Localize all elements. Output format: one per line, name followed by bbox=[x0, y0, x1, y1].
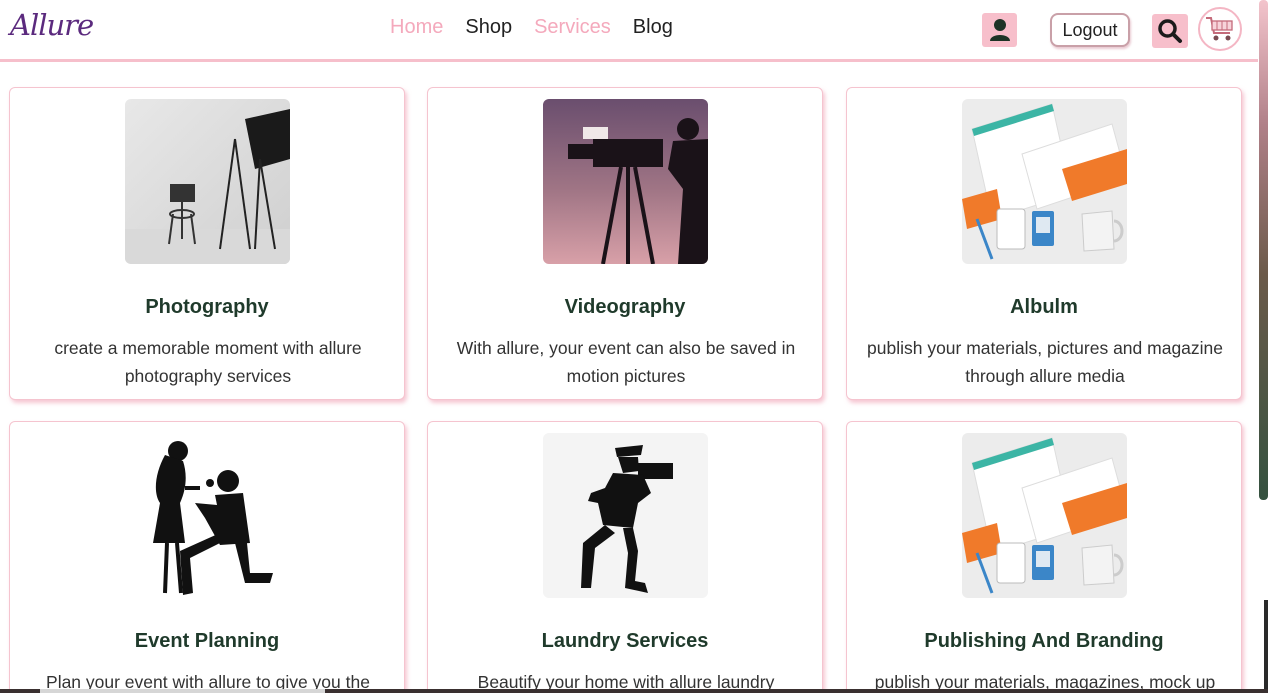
service-card-albulm[interactable]: Albulm publish your materials, pictures … bbox=[846, 87, 1242, 400]
video-camera-silhouette-image bbox=[543, 99, 708, 264]
service-title: Albulm bbox=[1010, 296, 1078, 318]
shopping-cart-icon bbox=[1206, 17, 1233, 41]
service-title: Laundry Services bbox=[541, 630, 709, 652]
service-card-photography[interactable]: Photography create a memorable moment wi… bbox=[9, 87, 405, 400]
service-card-publishing-and-branding[interactable]: Publishing And Branding publish your mat… bbox=[846, 421, 1242, 693]
service-card-videography[interactable]: Videography With allure, your event can … bbox=[427, 87, 823, 400]
branding-mockup-image bbox=[962, 433, 1127, 598]
nav-home-link[interactable]: Home bbox=[390, 16, 443, 39]
photographer-silhouette-image bbox=[543, 433, 708, 598]
search-icon bbox=[1158, 19, 1182, 43]
service-description: publish your materials, pictures and mag… bbox=[867, 338, 1224, 386]
brand-logo[interactable]: Allure bbox=[10, 8, 94, 42]
horizontal-scrollbar[interactable] bbox=[0, 689, 1268, 693]
photo-studio-image bbox=[125, 99, 290, 264]
nav-blog-link[interactable]: Blog bbox=[633, 16, 673, 39]
proposal-silhouette-image bbox=[125, 433, 290, 598]
service-title: Photography bbox=[145, 296, 269, 318]
service-title: Videography bbox=[564, 296, 686, 318]
service-description: create a memorable moment with allure ph… bbox=[54, 338, 362, 386]
service-description: With allure, your event can also be save… bbox=[456, 338, 796, 386]
service-card-laundry-services[interactable]: Laundry Services Beautify your home with… bbox=[427, 421, 823, 693]
search-button[interactable] bbox=[1152, 14, 1188, 48]
main-nav: Home Shop Services Blog bbox=[390, 16, 673, 39]
service-card-event-planning[interactable]: Event Planning Plan your event with allu… bbox=[9, 421, 405, 693]
scrollbar-thumb[interactable] bbox=[40, 689, 325, 693]
page-scrollbar[interactable] bbox=[1259, 0, 1268, 500]
nav-shop-link[interactable]: Shop bbox=[465, 16, 512, 39]
logout-button[interactable]: Logout bbox=[1050, 13, 1130, 47]
user-profile-button[interactable] bbox=[982, 13, 1017, 47]
cart-button[interactable] bbox=[1198, 7, 1242, 51]
user-icon bbox=[989, 19, 1010, 41]
scrollbar-track bbox=[1264, 600, 1268, 693]
nav-services-link[interactable]: Services bbox=[534, 16, 611, 39]
service-title: Publishing And Branding bbox=[924, 630, 1164, 652]
top-navbar: Allure Home Shop Services Blog Logout bbox=[0, 0, 1258, 62]
branding-mockup-image bbox=[962, 99, 1127, 264]
service-title: Event Planning bbox=[134, 630, 280, 652]
